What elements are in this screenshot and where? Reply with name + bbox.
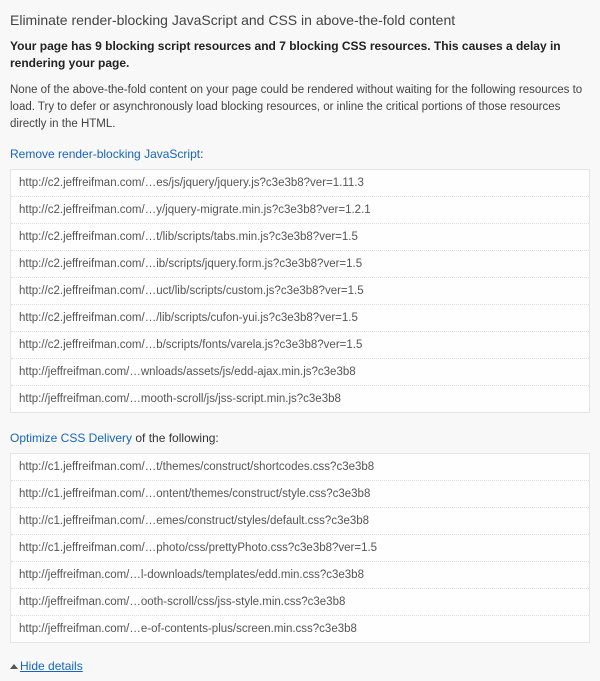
js-section-tail: : (200, 147, 203, 161)
hide-details-label: Hide details (20, 659, 83, 673)
optimize-css-link[interactable]: Optimize CSS Delivery (10, 431, 132, 445)
list-item: http://c1.jeffreifman.com/…emes/construc… (11, 508, 589, 535)
js-resource-list: http://c2.jeffreifman.com/…es/js/jquery/… (10, 169, 590, 413)
list-item: http://c2.jeffreifman.com/…b/scripts/fon… (11, 332, 589, 359)
list-item: http://c1.jeffreifman.com/…t/themes/cons… (11, 454, 589, 481)
rule-title: Eliminate render-blocking JavaScript and… (10, 8, 590, 38)
list-item: http://jeffreifman.com/…e-of-contents-pl… (11, 616, 589, 642)
js-section-label: Remove render-blocking JavaScript: (10, 143, 590, 169)
list-item: http://c2.jeffreifman.com/…ib/scripts/jq… (11, 251, 589, 278)
list-item: http://c2.jeffreifman.com/…es/js/jquery/… (11, 170, 589, 197)
list-item: http://jeffreifman.com/…wnloads/assets/j… (11, 359, 589, 386)
list-item: http://jeffreifman.com/…l-downloads/temp… (11, 562, 589, 589)
list-item: http://c1.jeffreifman.com/…ontent/themes… (11, 481, 589, 508)
list-item: http://c2.jeffreifman.com/…/lib/scripts/… (11, 305, 589, 332)
css-section-tail: of the following: (132, 431, 219, 445)
css-resource-list: http://c1.jeffreifman.com/…t/themes/cons… (10, 453, 590, 643)
list-item: http://c2.jeffreifman.com/…y/jquery-migr… (11, 197, 589, 224)
remove-js-link[interactable]: Remove render-blocking JavaScript (10, 147, 200, 161)
css-section-label: Optimize CSS Delivery of the following: (10, 427, 590, 453)
list-item: http://c2.jeffreifman.com/…uct/lib/scrip… (11, 278, 589, 305)
list-item: http://c1.jeffreifman.com/…photo/css/pre… (11, 535, 589, 562)
rule-description: None of the above-the-fold content on yo… (10, 82, 590, 144)
list-item: http://jeffreifman.com/…ooth-scroll/css/… (11, 589, 589, 616)
caret-up-icon (10, 664, 18, 669)
list-item: http://c2.jeffreifman.com/…t/lib/scripts… (11, 224, 589, 251)
rule-summary: Your page has 9 blocking script resource… (10, 38, 590, 82)
list-item: http://jeffreifman.com/…mooth-scroll/js/… (11, 386, 589, 412)
hide-details-toggle[interactable]: Hide details (10, 657, 83, 673)
